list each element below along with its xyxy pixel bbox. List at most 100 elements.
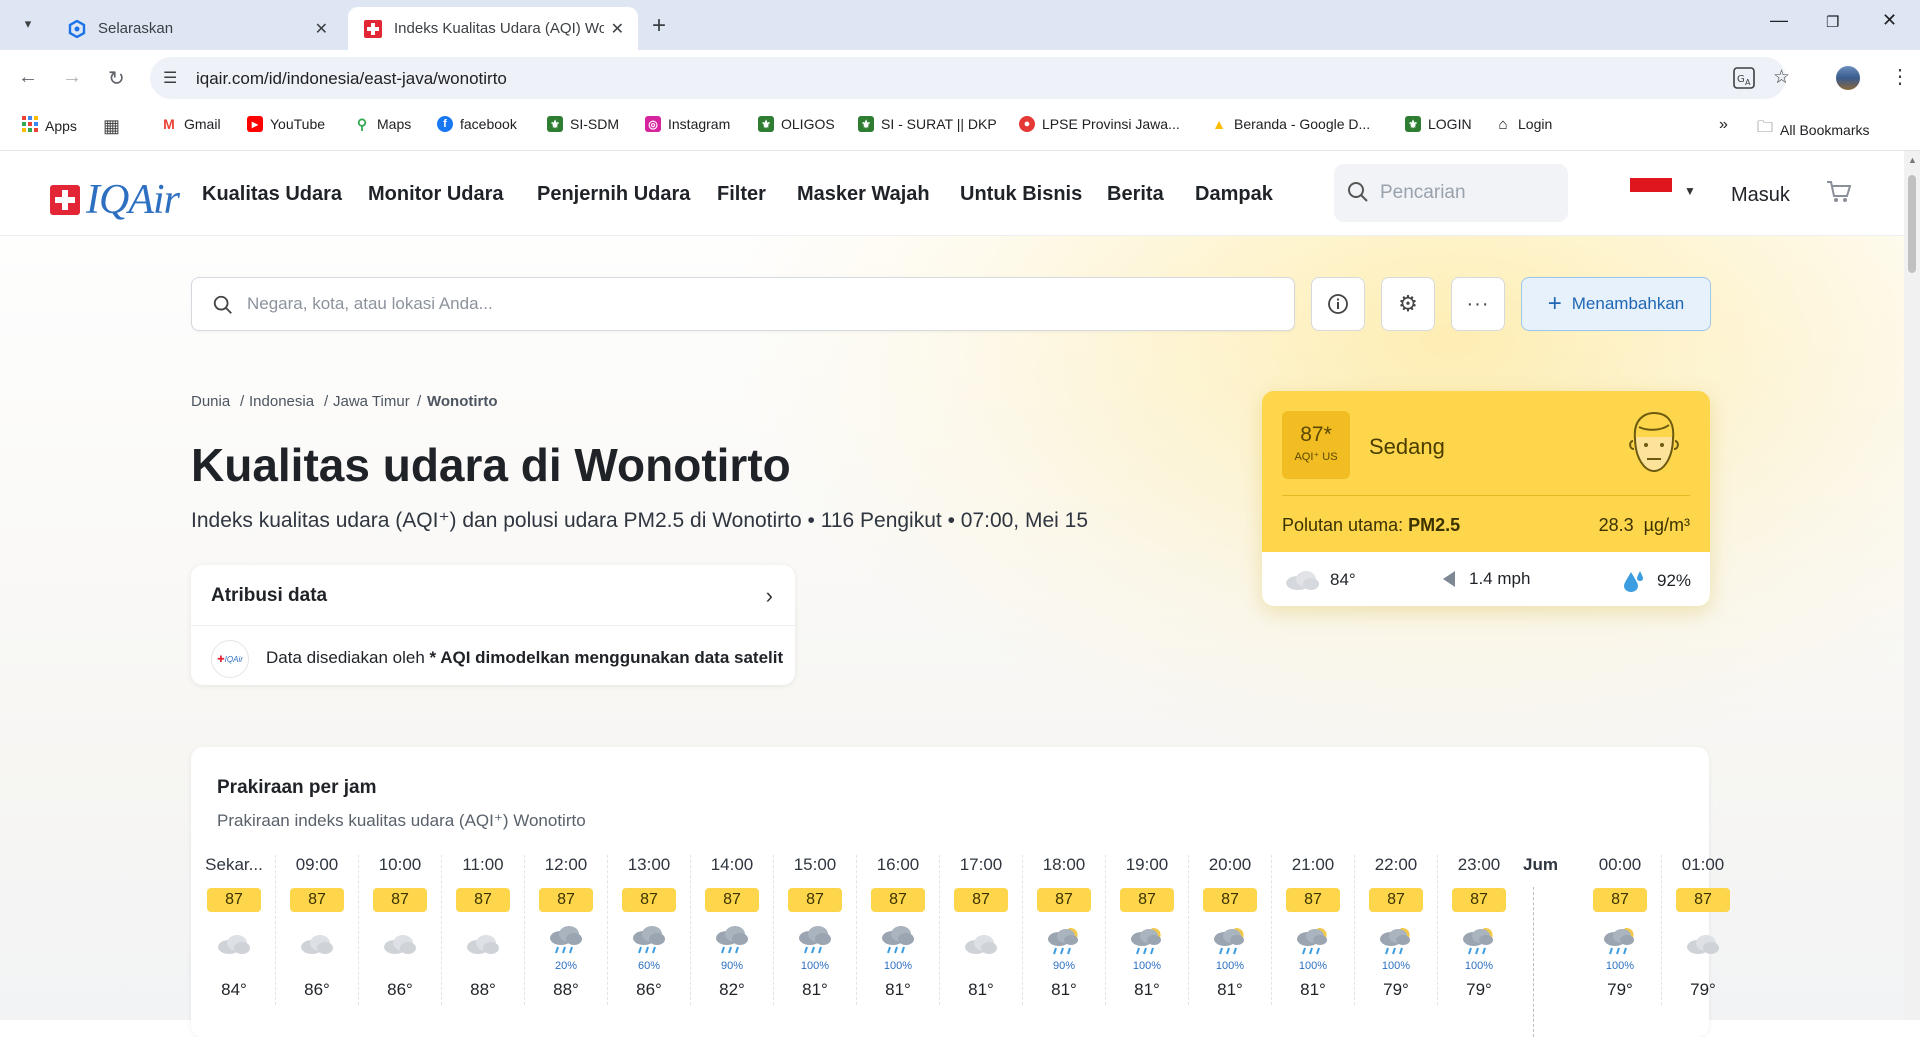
nav-berita[interactable]: Berita [1107,183,1164,206]
indonesia-flag-icon[interactable] [1630,178,1672,192]
bookmark-si-surat[interactable]: ⚜ SI - SURAT || DKP [858,116,997,132]
url-text[interactable]: iqair.com/id/indonesia/east-java/wonotir… [196,69,507,89]
bookmark-apps[interactable]: Apps [22,116,77,135]
browser-menu-icon[interactable]: ⋮ [1890,64,1910,89]
window-close-icon[interactable]: ✕ [1882,10,1897,31]
breadcrumb-indonesia[interactable]: Indonesia [249,393,314,410]
forecast-rain-chance [940,960,1022,974]
forecast-hour: 01:00 87 79° [1662,855,1744,1000]
bookmark-label: OLIGOS [781,116,835,132]
reload-icon[interactable]: ↻ [108,66,125,91]
forecast-aqi-badge: 87 [1203,888,1257,912]
logo-text: IQAir [86,177,180,223]
add-button[interactable]: + Menambahkan [1521,277,1711,331]
forward-icon[interactable]: → [62,66,82,89]
bookmark-lpse[interactable]: ● LPSE Provinsi Jawa... [1019,116,1180,132]
forecast-aqi-badge: 87 [207,888,261,912]
close-tab-icon[interactable]: ✕ [611,19,624,39]
site-search-placeholder: Pencarian [1380,182,1466,203]
new-tab-icon[interactable]: + [652,12,666,40]
forecast-temp: 81° [1134,980,1160,999]
forecast-temp: 79° [1383,980,1409,999]
tab-iqair[interactable]: Indeks Kualitas Udara (AQI) Wonotirto ✕ [348,7,638,50]
translate-icon[interactable]: GA [1733,67,1755,95]
lpse-icon: ● [1019,116,1035,132]
iqair-logo[interactable]: IQAir [50,176,180,224]
page-scrollbar[interactable]: ▲ [1904,151,1920,1020]
bookmark-si-sdm[interactable]: ⚜ SI-SDM [547,116,619,132]
youtube-icon: ▶ [247,116,263,132]
forecast-rain-chance: 90% [720,960,744,972]
all-bookmarks[interactable]: 🗀 All Bookmarks [1757,116,1869,143]
nav-filter[interactable]: Filter [717,183,766,206]
profile-avatar[interactable] [1836,66,1860,90]
tab-search-menu[interactable]: ▾ [14,10,42,38]
forecast-aqi-badge: 87 [788,888,842,912]
forecast-aqi-badge: 87 [954,888,1008,912]
data-attribution-card[interactable]: Atribusi data › ✚ IQAir Data disediakan o… [191,565,795,685]
nav-masker-wajah[interactable]: Masker Wajah [797,183,930,206]
nav-monitor-udara[interactable]: Monitor Udara [368,183,504,206]
search-icon [1346,180,1370,209]
site-info-icon[interactable]: ☰ [163,68,177,88]
breadcrumb-jawa-timur[interactable]: Jawa Timur [333,393,410,410]
forecast-rain-chance: 20% [554,960,578,972]
forecast-temp: 81° [1217,980,1243,999]
forecast-temp: 81° [1051,980,1077,999]
rain-icon [525,920,607,960]
restore-icon[interactable]: ❐ [1826,13,1839,31]
bookmark-login-1[interactable]: ⚜ LOGIN [1405,116,1472,132]
cart-icon[interactable] [1826,180,1852,209]
nav-kualitas-udara[interactable]: Kualitas Udara [202,183,342,206]
minimize-icon[interactable]: — [1770,10,1788,31]
forecast-hour: 19:00 87 100% 81° [1106,855,1188,1000]
forecast-time: 21:00 [1291,855,1335,874]
attribution-text: Data disediakan oleh * AQI dimodelkan me… [266,648,784,667]
location-search[interactable]: Negara, kota, atau lokasi Anda... [191,277,1295,331]
forecast-temp: 79° [1690,980,1716,999]
nav-penjernih-udara[interactable]: Penjernih Udara [537,183,690,206]
login-link[interactable]: Masuk [1731,184,1790,207]
forecast-temp: 82° [719,980,745,999]
nav-untuk-bisnis[interactable]: Untuk Bisnis [960,183,1082,206]
close-tab-icon[interactable]: ✕ [315,19,328,39]
breadcrumb-dunia[interactable]: Dunia [191,393,230,410]
forecast-aqi-badge: 87 [705,888,759,912]
bookmark-login-2[interactable]: ⌂ Login [1495,116,1552,133]
bookmark-youtube[interactable]: ▶ YouTube [247,116,325,132]
more-bookmarks-icon[interactable]: » [1719,116,1728,134]
back-icon[interactable]: ← [18,66,38,89]
bookmark-google-drive[interactable]: ▲ Beranda - Google D... [1211,116,1370,132]
bookmark-facebook[interactable]: f facebook [437,116,517,132]
bookmark-gmail[interactable]: M Gmail [161,116,221,132]
forecast-rain-chance [193,960,275,974]
more-options-button[interactable]: ··· [1451,277,1505,331]
forecast-hour: 09:00 87 86° [276,855,358,1000]
forecast-aqi-badge: 87 [1369,888,1423,912]
bookmark-label: Instagram [668,116,731,132]
forecast-rain-chance: 60% [637,960,661,972]
chevron-down-icon[interactable]: ▼ [1684,184,1696,198]
aqi-card: 87* AQI⁺ US Sedang Polutan utama: PM2.5 … [1262,391,1710,606]
forecast-hour: 18:00 87 90% 81° [1023,855,1105,1000]
nav-dampak[interactable]: Dampak [1195,183,1273,206]
forecast-hour: 16:00 87 100% 81° [857,855,939,1000]
bookmark-star-icon[interactable]: ☆ [1773,66,1790,89]
forecast-temp: 86° [304,980,330,999]
tab-selaraskan[interactable]: Selaraskan ✕ [52,7,342,50]
bookmark-oligos[interactable]: ⚜ OLIGOS [758,116,835,132]
bookmark-grid[interactable]: ▦ [103,116,120,137]
night-rain-icon [1579,920,1661,960]
forecast-temp: 81° [885,980,911,999]
chevron-right-icon[interactable]: › [766,583,773,609]
crest-icon: ⚜ [758,116,774,132]
info-button[interactable] [1311,277,1365,331]
instagram-icon: ◎ [645,116,661,132]
settings-button[interactable]: ⚙ [1381,277,1435,331]
bookmark-instagram[interactable]: ◎ Instagram [645,116,730,132]
forecast-hour: Sekar... 87 84° [193,855,275,1000]
forecast-hour: 21:00 87 100% 81° [1272,855,1354,1000]
site-search[interactable]: Pencarian [1334,164,1568,222]
bookmark-maps[interactable]: ⚲ Maps [354,116,411,132]
info-icon [1328,294,1348,314]
